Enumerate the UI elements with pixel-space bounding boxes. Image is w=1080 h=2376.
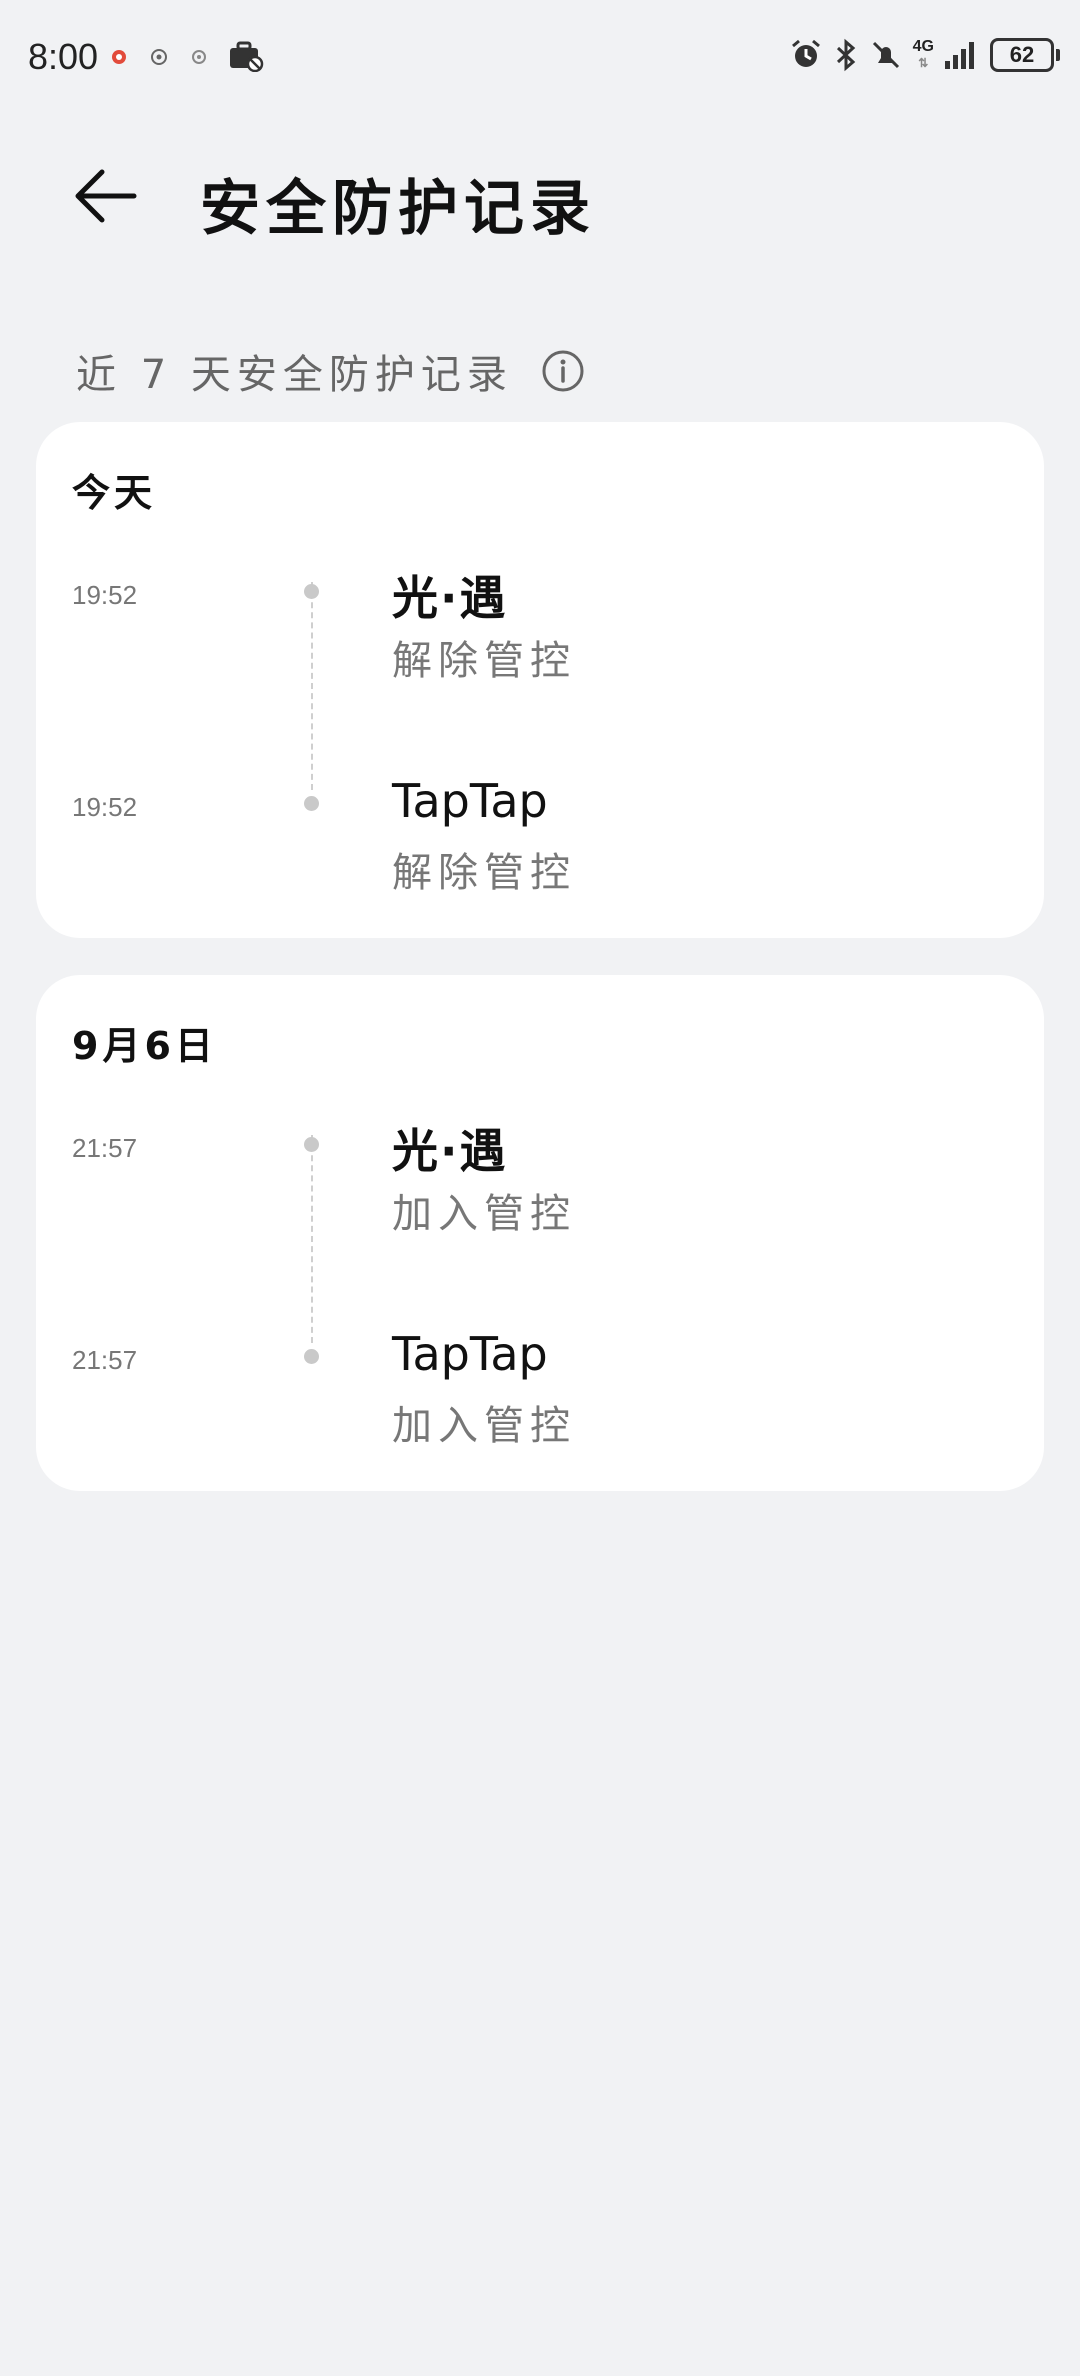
entry-time: 21:57 <box>72 1345 138 1375</box>
record-entry: 19:52 TapTap 解除管控 <box>36 774 1044 896</box>
timeline-dot <box>304 1137 319 1152</box>
battery-level: 62 <box>1009 42 1035 67</box>
timeline-dot <box>304 1349 319 1364</box>
entry-time: 19:52 <box>72 792 138 822</box>
record-group-card: 9月6日 21:57 光·遇 加入管控 21:57 TapTap 加入管控 <box>36 975 1044 1491</box>
battery-indicator: 62 <box>990 38 1060 72</box>
mute-icon <box>872 41 899 69</box>
timeline-dot <box>304 796 319 811</box>
status-bar: 8:00 4G ⇅ 62 <box>0 0 1080 118</box>
data-arrows-icon: ⇅ <box>918 56 929 70</box>
notification-icon <box>151 49 167 65</box>
section-label: 近 7 天安全防护记录 <box>76 352 513 398</box>
bluetooth-icon <box>836 38 855 72</box>
entry-app-name: 光·遇 <box>392 571 508 625</box>
entry-action: 解除管控 <box>392 638 576 684</box>
entry-app-name: TapTap <box>392 774 548 828</box>
alarm-icon <box>791 39 820 67</box>
entry-action: 加入管控 <box>392 1191 576 1237</box>
back-arrow-icon[interactable] <box>70 160 142 232</box>
entry-action: 加入管控 <box>392 1403 576 1449</box>
entry-app-name: 光·遇 <box>392 1124 508 1178</box>
briefcase-icon <box>230 41 264 72</box>
group-date: 今天 <box>72 471 157 515</box>
group-date: 9月6日 <box>72 1024 217 1068</box>
app-header: 安全防护记录 <box>0 140 1080 250</box>
record-entry: 21:57 光·遇 加入管控 <box>36 1115 1044 1237</box>
notification-icon <box>112 50 126 64</box>
timeline-dot <box>304 584 319 599</box>
entry-action: 解除管控 <box>392 850 576 896</box>
signal-icon <box>945 42 974 69</box>
section-header: 近 7 天安全防护记录 <box>76 342 585 400</box>
status-right-icons: 4G ⇅ 62 <box>789 38 1060 72</box>
record-group-card: 今天 19:52 光·遇 解除管控 19:52 TapTap 解除管控 <box>36 422 1044 938</box>
network-type: 4G <box>912 38 934 55</box>
record-entry: 19:52 光·遇 解除管控 <box>36 562 1044 684</box>
entry-app-name: TapTap <box>392 1327 548 1381</box>
record-entry: 21:57 TapTap 加入管控 <box>36 1327 1044 1449</box>
notification-icon <box>192 50 206 64</box>
status-left-icons <box>108 40 264 72</box>
info-icon[interactable] <box>541 349 585 393</box>
page-title: 安全防护记录 <box>200 174 596 244</box>
entry-time: 19:52 <box>72 580 138 610</box>
status-time: 8:00 <box>28 36 99 77</box>
network-indicator: 4G ⇅ <box>913 39 934 71</box>
entry-time: 21:57 <box>72 1133 138 1163</box>
